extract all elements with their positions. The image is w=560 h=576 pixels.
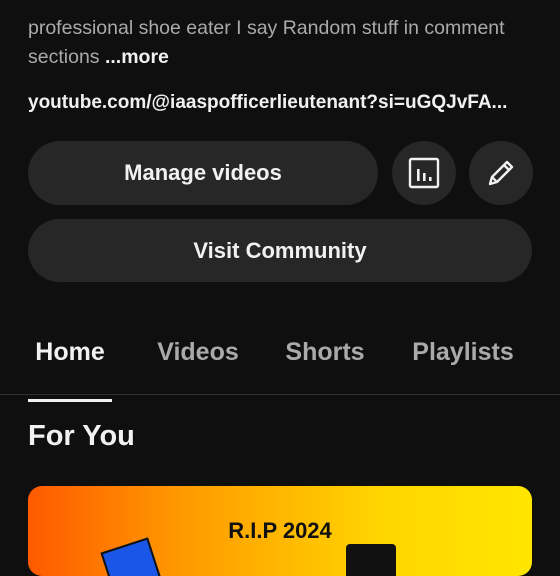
- thumbnail-text: R.I.P 2024: [228, 518, 332, 543]
- pencil-icon: [484, 156, 518, 190]
- more-link[interactable]: ...more: [105, 46, 169, 68]
- edit-channel-button[interactable]: [469, 141, 533, 205]
- channel-tabs: Home Videos Shorts Playlists: [0, 330, 560, 402]
- video-thumbnail[interactable]: R.I.P 2024: [28, 486, 532, 576]
- analytics-button[interactable]: [392, 141, 456, 205]
- bar-chart-icon: [408, 157, 440, 189]
- channel-link[interactable]: youtube.com/@iaaspofficerlieutenant?si=u…: [28, 92, 538, 114]
- section-title: For You: [28, 420, 135, 452]
- visit-community-button[interactable]: Visit Community: [28, 219, 532, 282]
- channel-description[interactable]: professional shoe eater I say Random stu…: [28, 14, 538, 72]
- tab-playlists[interactable]: Playlists: [409, 330, 517, 400]
- tab-videos[interactable]: Videos: [154, 330, 242, 400]
- thumbnail-black-figure: [346, 544, 396, 576]
- manage-videos-label: Manage videos: [124, 160, 282, 185]
- visit-community-label: Visit Community: [193, 237, 367, 263]
- manage-videos-button[interactable]: Manage videos: [28, 141, 378, 205]
- tab-home[interactable]: Home: [28, 330, 112, 402]
- description-text: professional shoe eater I say Random stu…: [28, 17, 505, 68]
- tab-shorts[interactable]: Shorts: [283, 330, 367, 400]
